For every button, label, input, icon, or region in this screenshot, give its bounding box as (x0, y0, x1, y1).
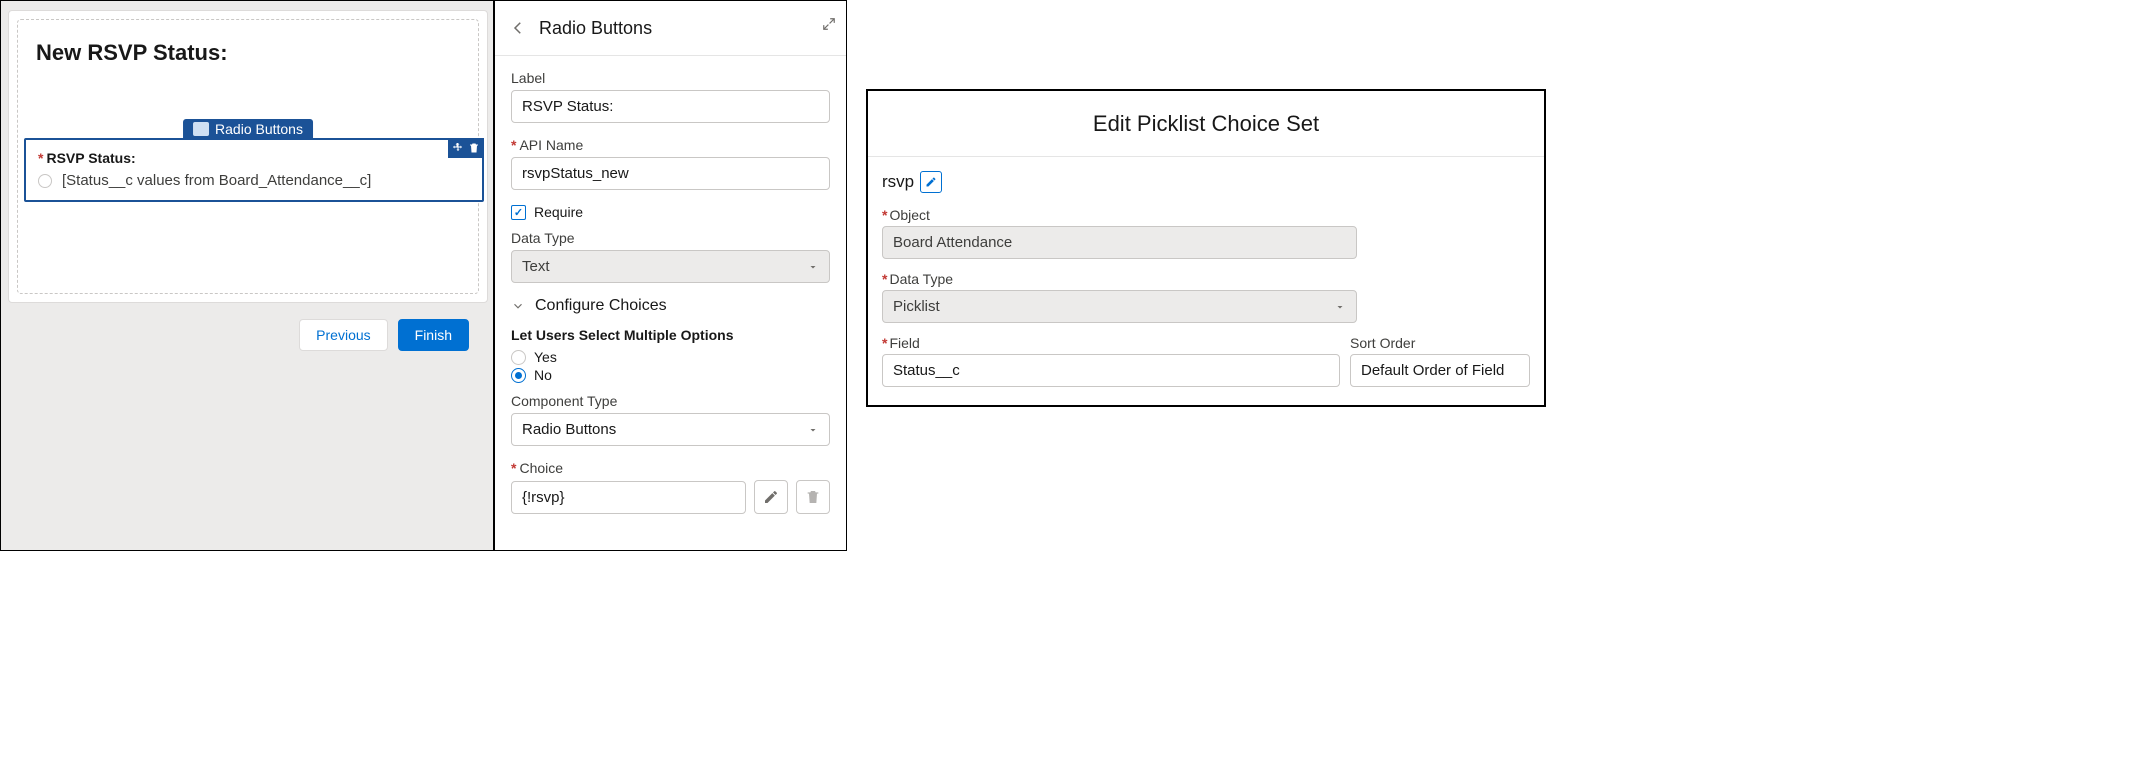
require-checkbox-label: Require (534, 204, 583, 220)
data-type-field-group: *Data Type Picklist (882, 271, 1530, 323)
caret-down-icon (1334, 301, 1346, 313)
pencil-icon (763, 489, 779, 505)
properties-header: Radio Buttons (495, 1, 846, 56)
edit-choice-button[interactable] (754, 480, 788, 514)
chevron-down-icon (511, 299, 525, 313)
required-asterisk: * (38, 150, 43, 166)
component-type-select[interactable]: Radio Buttons (511, 413, 830, 446)
data-type-field-group: Data Type Text (511, 230, 830, 283)
multi-select-label: Let Users Select Multiple Options (511, 327, 830, 343)
component-properties-panel: Radio Buttons Label *API Name ✓ Require … (494, 0, 847, 551)
component-type-field-label: Component Type (511, 393, 830, 409)
caret-down-icon (807, 424, 819, 436)
finish-button[interactable]: Finish (398, 319, 469, 351)
radio-option-placeholder-row: [Status__c values from Board_Attendance_… (38, 172, 470, 189)
trash-icon (805, 489, 821, 505)
radio-circle-icon (511, 350, 526, 365)
choice-field-label: *Choice (511, 460, 830, 476)
component-actions (448, 138, 484, 158)
label-field-label: Label (511, 70, 830, 86)
component-type-field-group: Component Type Radio Buttons (511, 393, 830, 446)
api-name-display-row: rsvp (882, 171, 1530, 193)
delete-icon[interactable] (468, 142, 480, 154)
configure-choices-label: Configure Choices (535, 297, 667, 315)
expand-icon[interactable] (822, 17, 836, 31)
multi-option-no[interactable]: No (511, 367, 830, 383)
field-input[interactable] (882, 354, 1340, 387)
component-field-label-row: *RSVP Status: (38, 150, 470, 166)
back-arrow-icon[interactable] (509, 19, 527, 37)
component-field-label: RSVP Status: (46, 150, 135, 166)
object-field-group: *Object (882, 207, 1530, 259)
data-type-select[interactable]: Picklist (882, 290, 1357, 323)
screen-canvas: New RSVP Status: Radio Buttons *RSVP Sta… (8, 10, 488, 303)
field-field-label: Field (889, 335, 919, 351)
data-type-value: Picklist (893, 298, 940, 315)
radio-circle-icon (38, 174, 52, 188)
require-checkbox-row: ✓ Require (511, 204, 830, 220)
radio-component-selected[interactable]: *RSVP Status: [Status__c values from Boa… (24, 138, 484, 202)
multi-option-yes-label: Yes (534, 349, 557, 365)
previous-button[interactable]: Previous (299, 319, 387, 351)
data-type-field-label: Data Type (889, 271, 953, 287)
api-name-field-label: *API Name (511, 137, 830, 153)
label-field-group: Label (511, 70, 830, 123)
multi-option-yes[interactable]: Yes (511, 349, 830, 365)
configure-choices-toggle[interactable]: Configure Choices (511, 297, 830, 315)
component-type-chip: Radio Buttons (183, 119, 313, 140)
api-name-text: rsvp (882, 172, 914, 192)
screen-title: New RSVP Status: (36, 40, 460, 66)
data-type-select[interactable]: Text (511, 250, 830, 283)
move-icon[interactable] (452, 142, 464, 154)
object-input[interactable] (882, 226, 1357, 259)
data-type-value: Text (522, 258, 550, 275)
api-name-field-group: *API Name (511, 137, 830, 190)
sortorder-field-group: Sort Order (1350, 335, 1530, 387)
radio-buttons-icon (193, 122, 209, 136)
modal-body: rsvp *Object *Data Type Picklist *Field (868, 157, 1544, 401)
field-sortorder-row: *Field Sort Order (882, 335, 1530, 387)
radio-option-placeholder: [Status__c values from Board_Attendance_… (62, 172, 371, 189)
flow-canvas-panel: New RSVP Status: Radio Buttons *RSVP Sta… (0, 0, 494, 551)
label-input[interactable] (511, 90, 830, 123)
properties-body: Label *API Name ✓ Require Data Type Text… (495, 56, 846, 514)
edit-api-name-button[interactable] (920, 171, 942, 193)
caret-down-icon (807, 261, 819, 273)
component-type-chip-label: Radio Buttons (215, 121, 303, 137)
require-checkbox[interactable]: ✓ (511, 205, 526, 220)
modal-title: Edit Picklist Choice Set (868, 91, 1544, 157)
multi-option-no-label: No (534, 367, 552, 383)
choice-field-group: *Choice (511, 460, 830, 514)
pencil-icon (925, 176, 937, 188)
api-name-input[interactable] (511, 157, 830, 190)
data-type-field-label: Data Type (511, 230, 830, 246)
properties-title: Radio Buttons (539, 18, 652, 39)
object-field-label: Object (889, 207, 929, 223)
field-field-group: *Field (882, 335, 1340, 387)
choice-input[interactable] (511, 481, 746, 514)
sortorder-field-label: Sort Order (1350, 335, 1415, 351)
wizard-footer-buttons: Previous Finish (299, 319, 469, 351)
edit-picklist-choice-set-modal: Edit Picklist Choice Set rsvp *Object *D… (866, 89, 1546, 407)
delete-choice-button[interactable] (796, 480, 830, 514)
radio-circle-icon (511, 368, 526, 383)
component-type-value: Radio Buttons (522, 421, 616, 438)
sortorder-input[interactable] (1350, 354, 1530, 387)
